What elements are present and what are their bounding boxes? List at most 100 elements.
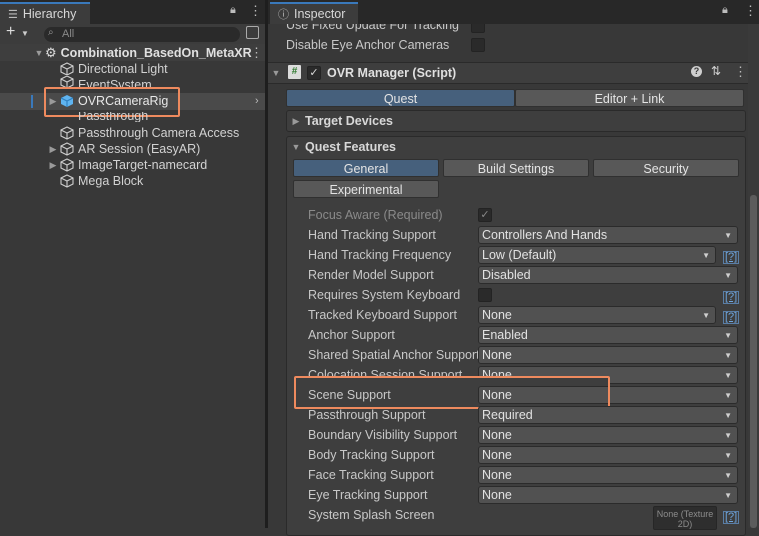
help-link[interactable]: [?] bbox=[723, 251, 740, 264]
quest-features-arrow[interactable]: ▼ bbox=[290, 142, 302, 152]
hierarchy-item[interactable]: Directional Light bbox=[60, 61, 260, 77]
preset-icon[interactable]: ⇅ bbox=[711, 64, 721, 78]
requires-system-keyboard-label: Requires System Keyboard bbox=[308, 288, 461, 302]
system-splash-screen-label: System Splash Screen bbox=[308, 508, 435, 522]
face-tracking-support-label: Face Tracking Support bbox=[308, 468, 434, 482]
tracked-keyboard-support-label: Tracked Keyboard Support bbox=[308, 308, 457, 322]
help-icon[interactable]: ? bbox=[691, 66, 702, 77]
render-model-support-dropdown[interactable]: Disabled ▼ bbox=[478, 266, 738, 284]
boundary-visibility-support-dropdown[interactable]: None ▼ bbox=[478, 426, 738, 444]
dropdown-caret-icon: ▼ bbox=[724, 271, 732, 280]
selection-marker bbox=[31, 95, 33, 108]
scene-row[interactable]: ▼ ⚙ Combination_BasedOn_MetaXR bbox=[0, 44, 266, 61]
dropdown-value: Controllers And Hands bbox=[482, 228, 608, 242]
face-tracking-support-dropdown[interactable]: None ▼ bbox=[478, 466, 738, 484]
body-tracking-support-label: Body Tracking Support bbox=[308, 448, 435, 462]
hierarchy-item[interactable]: Passthrough Camera Access bbox=[60, 125, 260, 141]
scene-expand-arrow[interactable]: ▼ bbox=[33, 48, 45, 58]
hierarchy-item-label: OVRCameraRig bbox=[78, 94, 169, 108]
eye-tracking-support-label: Eye Tracking Support bbox=[308, 488, 428, 502]
disable-eye-anchor-label: Disable Eye Anchor Cameras bbox=[286, 38, 450, 52]
target-devices-label: Target Devices bbox=[305, 114, 394, 128]
dropdown-value: None bbox=[482, 348, 512, 362]
dropdown-value: None bbox=[482, 428, 512, 442]
dropdown-value: Enabled bbox=[482, 328, 528, 342]
hand-tracking-frequency-dropdown[interactable]: Low (Default) ▼ bbox=[478, 246, 716, 264]
tab-quest[interactable]: Quest bbox=[286, 89, 515, 107]
anchor-support-dropdown[interactable]: Enabled ▼ bbox=[478, 326, 738, 344]
hierarchy-tab-label: Hierarchy bbox=[22, 7, 77, 21]
scene-visibility-icon[interactable] bbox=[246, 26, 259, 39]
search-icon: ⌕ bbox=[48, 27, 54, 38]
boundary-visibility-support-label: Boundary Visibility Support bbox=[308, 428, 458, 442]
inspector-tab[interactable]: ⓘ Inspector bbox=[270, 2, 358, 24]
dropdown-caret-icon: ▼ bbox=[724, 331, 732, 340]
gameobject-icon bbox=[60, 126, 74, 140]
disable-eye-anchor-checkbox[interactable] bbox=[471, 38, 485, 52]
shared-spatial-anchor-label-clip: Shared Spatial Anchor Support bbox=[308, 346, 478, 364]
hierarchy-item-label: Directional Light bbox=[78, 62, 168, 76]
inspector-lock-icon[interactable]: 🔒︎ bbox=[722, 4, 728, 17]
tab-general[interactable]: General bbox=[293, 159, 439, 177]
dropdown-value: None bbox=[482, 448, 512, 462]
component-menu-icon[interactable]: ⋮ bbox=[734, 64, 747, 80]
hand-tracking-support-label: Hand Tracking Support bbox=[308, 228, 436, 242]
component-title: OVR Manager (Script) bbox=[327, 66, 457, 80]
texture-slot-text: None (Texture 2D) bbox=[656, 509, 714, 529]
scene-menu-icon[interactable]: ⋮ bbox=[250, 45, 263, 61]
search-input[interactable]: ⌕ All bbox=[44, 27, 240, 42]
tab-editor-link[interactable]: Editor + Link bbox=[515, 89, 744, 107]
requires-system-keyboard-checkbox[interactable] bbox=[478, 288, 492, 302]
eye-tracking-support-dropdown[interactable]: None ▼ bbox=[478, 486, 738, 504]
hierarchy-item[interactable]: AR Session (EasyAR) bbox=[60, 141, 260, 157]
help-link[interactable]: [?] bbox=[723, 311, 740, 324]
dropdown-value: Low (Default) bbox=[482, 248, 557, 262]
dropdown-caret-icon: ▼ bbox=[724, 431, 732, 440]
help-link[interactable]: [?] bbox=[723, 291, 740, 304]
scrollbar-thumb[interactable] bbox=[750, 195, 757, 528]
hierarchy-item[interactable]: ImageTarget-namecard bbox=[60, 157, 260, 173]
component-enabled-checkbox[interactable]: ✓ bbox=[307, 66, 321, 80]
dropdown-caret-icon: ▼ bbox=[724, 471, 732, 480]
shared-spatial-anchor-support-dropdown[interactable]: None ▼ bbox=[478, 346, 738, 364]
body-tracking-support-dropdown[interactable]: None ▼ bbox=[478, 446, 738, 464]
hierarchy-item-label: Passthrough bbox=[78, 112, 149, 122]
gameobject-icon bbox=[60, 62, 74, 76]
dropdown-caret-icon: ▼ bbox=[724, 451, 732, 460]
tab-experimental[interactable]: Experimental bbox=[293, 180, 439, 198]
help-link[interactable]: [?] bbox=[723, 511, 740, 524]
highlight-box-scene-support bbox=[294, 376, 610, 409]
add-icon[interactable]: + bbox=[6, 23, 15, 41]
lock-icon[interactable]: 🔒︎ bbox=[230, 4, 236, 17]
expand-arrow[interactable]: ▶ bbox=[47, 144, 59, 155]
anchor-support-label: Anchor Support bbox=[308, 328, 395, 342]
hand-tracking-support-dropdown[interactable]: Controllers And Hands ▼ bbox=[478, 226, 738, 244]
hierarchy-item-ovrcamerarig[interactable]: OVRCameraRig bbox=[60, 93, 240, 109]
dropdown-caret-icon: ▼ bbox=[724, 351, 732, 360]
dropdown-caret-icon: ▼ bbox=[702, 251, 710, 260]
hierarchy-item[interactable]: Mega Block bbox=[60, 173, 260, 189]
tracked-keyboard-support-dropdown[interactable]: None ▼ bbox=[478, 306, 716, 324]
inspector-more-menu-icon[interactable]: ⋮ bbox=[744, 3, 757, 19]
script-icon: # bbox=[288, 65, 301, 79]
chevron-down-icon[interactable]: ▼ bbox=[21, 29, 29, 38]
focus-aware-checkbox: ✓ bbox=[478, 208, 492, 222]
list-icon: ☰ bbox=[8, 8, 18, 21]
system-splash-screen-texture-slot[interactable]: None (Texture 2D) bbox=[653, 506, 717, 530]
tab-build-settings[interactable]: Build Settings bbox=[443, 159, 589, 177]
tab-security[interactable]: Security bbox=[593, 159, 739, 177]
passthrough-support-dropdown[interactable]: Required ▼ bbox=[478, 406, 738, 424]
hierarchy-item-label: Mega Block bbox=[78, 174, 144, 188]
use-fixed-update-checkbox[interactable] bbox=[471, 24, 485, 33]
hierarchy-tab[interactable]: ☰ Hierarchy bbox=[0, 2, 90, 24]
focus-aware-label: Focus Aware (Required) bbox=[308, 208, 443, 222]
hand-tracking-frequency-label: Hand Tracking Frequency bbox=[308, 248, 452, 262]
dropdown-value: None bbox=[482, 468, 512, 482]
expand-arrow[interactable]: ▶ bbox=[47, 160, 59, 171]
target-devices-arrow[interactable]: ▶ bbox=[290, 116, 302, 127]
chevron-right-icon[interactable]: › bbox=[255, 95, 259, 107]
more-menu-icon[interactable]: ⋮ bbox=[249, 3, 262, 19]
hierarchy-item[interactable]: Passthrough bbox=[60, 112, 260, 122]
hierarchy-item-label: Passthrough Camera Access bbox=[78, 126, 240, 140]
component-foldout-arrow[interactable]: ▼ bbox=[270, 68, 282, 78]
